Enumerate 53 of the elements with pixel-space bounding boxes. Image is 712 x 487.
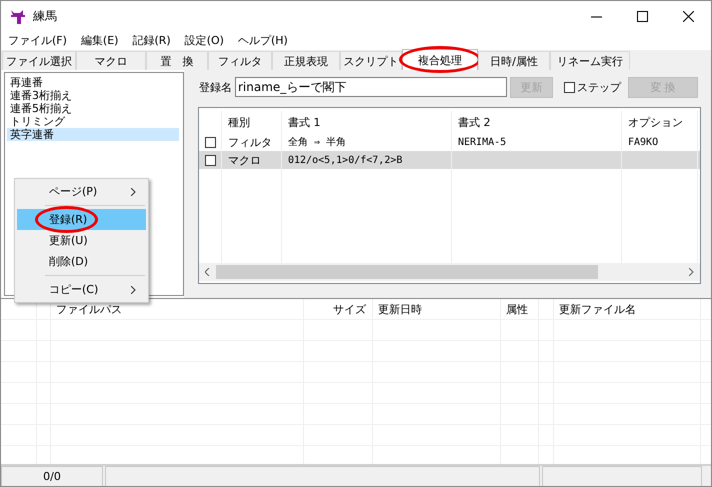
scroll-right-icon[interactable] — [689, 268, 694, 276]
list-item[interactable]: 連番3桁揃え — [7, 89, 179, 102]
column-header[interactable]: 種別 — [222, 111, 282, 133]
menu-item[interactable]: ページ(P) — [17, 181, 146, 202]
column-header[interactable]: 更新日時 — [378, 302, 422, 316]
menu-item[interactable]: 登録(R) — [17, 209, 146, 230]
column-header[interactable]: 更新ファイル名 — [559, 302, 636, 316]
menu-item[interactable]: ファイル(F) — [1, 32, 74, 50]
column-header[interactable]: オプション — [622, 111, 698, 133]
list-item[interactable]: 再連番 — [7, 76, 179, 89]
menu-item[interactable]: ヘルプ(H) — [230, 32, 295, 50]
checkbox[interactable] — [564, 82, 575, 92]
menu-item[interactable]: 更新(U) — [17, 230, 146, 251]
table-cell: マクロ — [228, 152, 261, 168]
column-header[interactable]: 書式 2 — [452, 111, 622, 133]
list-item[interactable]: 英字連番 — [7, 128, 179, 141]
table-cell: FA9KO — [628, 136, 658, 148]
table-cell: NERIMA-5 — [458, 136, 506, 148]
name-field[interactable]: riname_らーで閣下 — [235, 77, 507, 97]
close-icon[interactable] — [682, 11, 694, 22]
tab[interactable]: リネーム実行 — [550, 51, 630, 70]
column-header[interactable]: サイズ — [333, 302, 366, 316]
tab[interactable]: スクリプト — [340, 51, 402, 70]
tab[interactable]: 日時/属性 — [478, 51, 550, 70]
checkbox[interactable] — [205, 136, 216, 148]
status-text: 0/0 — [1, 466, 103, 486]
checkbox[interactable] — [205, 154, 216, 166]
column-header[interactable]: 書式 1 — [282, 111, 452, 133]
menu-item[interactable]: 設定(O) — [178, 32, 231, 50]
tab[interactable]: ファイル選択 — [2, 51, 76, 70]
tab[interactable]: 置 換 — [146, 51, 208, 70]
scroll-left-icon[interactable] — [205, 268, 210, 276]
horizontal-scrollbar[interactable] — [199, 263, 700, 281]
app-logo-icon — [9, 10, 25, 24]
window-title: 練馬 — [33, 8, 58, 25]
tab[interactable]: 正規表現 — [272, 51, 340, 70]
column-header[interactable]: ファイルパス — [56, 302, 122, 316]
column-header[interactable]: 属性 — [506, 302, 528, 316]
menu-item[interactable]: 削除(D) — [17, 251, 146, 272]
list-item[interactable]: 連番5桁揃え — [7, 102, 179, 115]
menu-item[interactable]: 編集(E) — [74, 32, 126, 50]
maximize-icon[interactable] — [636, 11, 648, 22]
checkbox-label: ステップ — [577, 80, 621, 94]
field-label: 登録名 — [199, 80, 232, 94]
list-item[interactable]: トリミング — [7, 115, 179, 128]
table-cell: フィルタ — [228, 134, 272, 150]
menu-item[interactable]: 記録(R) — [125, 32, 178, 50]
table-cell-text: 全角 ⇒ 半角 — [288, 136, 346, 149]
tab[interactable]: フィルタ — [208, 51, 272, 70]
table-cell: 012/o<5,1>0/f<7,2>B — [288, 154, 402, 166]
tab[interactable]: マクロ — [76, 51, 146, 70]
menu-item[interactable]: コピー(C) — [17, 279, 146, 300]
tab[interactable]: 複合処理 — [402, 49, 478, 70]
